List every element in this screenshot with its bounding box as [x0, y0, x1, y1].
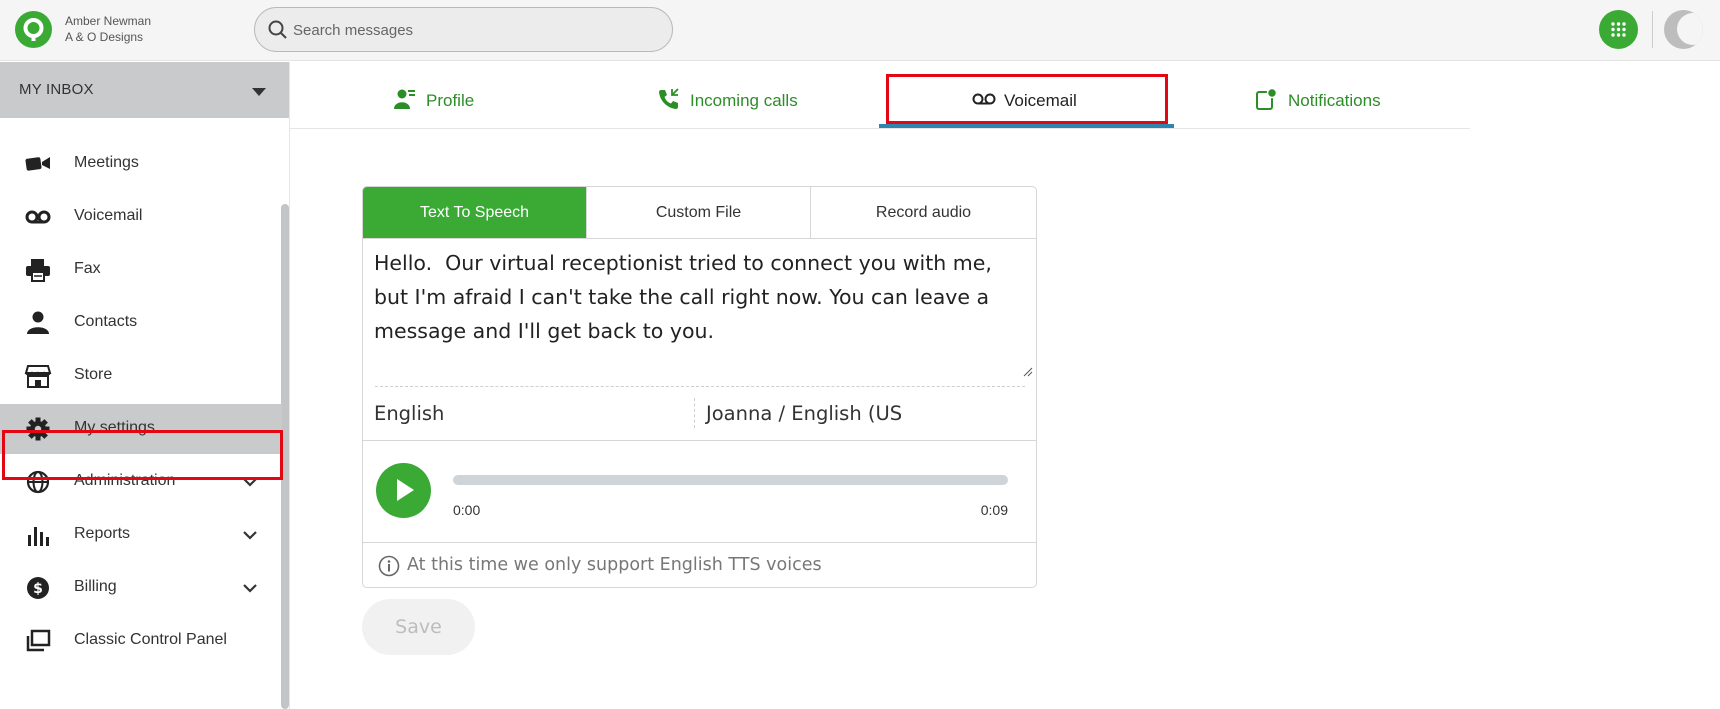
sidebar-scrollbar[interactable]: [281, 204, 289, 709]
divider: [694, 398, 695, 428]
resize-handle-icon[interactable]: [1023, 367, 1033, 377]
gear-icon: [26, 417, 50, 441]
grid-icon: [1611, 22, 1626, 37]
tab-voicemail[interactable]: Voicemail: [972, 74, 1112, 128]
user-name: Amber Newman: [65, 14, 152, 28]
sidebar-item-contacts[interactable]: Contacts: [0, 298, 282, 348]
company-name: A & O Designs: [65, 30, 144, 44]
divider: [363, 440, 1036, 441]
profile-icon: [394, 89, 415, 109]
store-icon: [24, 365, 52, 388]
sidebar-item-label: Classic Control Panel: [74, 631, 227, 648]
caret-down-icon: [252, 88, 266, 96]
mode-text-to-speech-button[interactable]: Text To Speech: [363, 187, 587, 238]
sidebar-item-classic-control-panel[interactable]: Classic Control Panel: [0, 616, 282, 666]
sidebar: MY INBOX Meetings Voicemail Fax Contacts…: [0, 62, 289, 709]
moon-icon: [1677, 13, 1703, 45]
tab-label: Voicemail: [1004, 91, 1077, 110]
audio-progress-bar[interactable]: [453, 475, 1008, 485]
sidebar-item-label: Meetings: [74, 154, 139, 171]
sidebar-item-label: Contacts: [74, 313, 138, 330]
sidebar-item-label: Fax: [74, 260, 101, 277]
bar-chart-icon: [28, 527, 49, 546]
sidebar-item-label: Reports: [74, 525, 131, 542]
tab-label: Incoming calls: [690, 91, 798, 110]
fax-icon: [26, 259, 50, 282]
top-bar: Amber Newman A & O Designs: [0, 0, 1720, 61]
info-note: At this time we only support English TTS…: [407, 555, 822, 575]
sidebar-item-label: Billing: [74, 578, 117, 595]
mode-record-audio-button[interactable]: Record audio: [811, 187, 1036, 238]
sidebar-item-voicemail[interactable]: Voicemail: [0, 192, 282, 242]
svg-text:$: $: [33, 581, 43, 597]
language-select[interactable]: English: [374, 402, 444, 425]
search-input[interactable]: [293, 18, 653, 42]
sidebar-item-reports[interactable]: Reports: [0, 510, 282, 560]
greeting-editor: Text To Speech Custom File Record audio …: [362, 186, 1037, 588]
sidebar-item-label: Voicemail: [74, 207, 143, 224]
sidebar-item-label: Store: [74, 366, 113, 383]
save-button[interactable]: Save: [362, 599, 475, 655]
sidebar-item-billing[interactable]: $ Billing: [0, 563, 282, 613]
app-logo-icon[interactable]: [15, 11, 52, 48]
divider: [363, 238, 1036, 239]
sidebar-item-label: Administration: [74, 472, 176, 489]
notification-icon: [1256, 88, 1278, 110]
tab-label: Notifications: [1288, 91, 1381, 110]
tab-profile[interactable]: Profile: [394, 74, 514, 128]
sidebar-item-label: My settings: [74, 419, 155, 436]
voicemail-icon: [972, 93, 996, 105]
divider: [375, 386, 1025, 387]
globe-icon: [26, 470, 50, 494]
apps-grid-button[interactable]: [1599, 10, 1638, 49]
sidebar-item-store[interactable]: Store: [0, 351, 282, 401]
play-icon: [397, 479, 414, 501]
chevron-down-icon[interactable]: [242, 474, 258, 490]
inbox-selector[interactable]: MY INBOX: [0, 62, 289, 118]
chevron-down-icon[interactable]: [242, 580, 258, 596]
windows-icon: [26, 629, 51, 652]
divider: [363, 542, 1036, 543]
tabs-divider: [290, 128, 1470, 129]
tab-notifications[interactable]: Notifications: [1256, 74, 1406, 128]
incoming-call-icon: [659, 88, 679, 109]
search-icon: [268, 20, 287, 39]
tab-incoming-calls[interactable]: Incoming calls: [658, 74, 838, 128]
play-button[interactable]: [376, 463, 431, 518]
sidebar-item-meetings[interactable]: Meetings: [0, 139, 282, 189]
current-time: 0:00: [453, 502, 481, 518]
divider: [1652, 11, 1653, 48]
account-info[interactable]: Amber Newman A & O Designs: [65, 13, 151, 45]
search-bar[interactable]: [254, 7, 673, 52]
voicemail-icon: [25, 210, 51, 224]
avatar[interactable]: [1664, 10, 1703, 49]
greeting-text-area[interactable]: Hello. Our virtual receptionist tried to…: [374, 246, 1024, 364]
video-camera-icon: [25, 157, 50, 171]
sidebar-item-my-settings[interactable]: My settings: [0, 404, 282, 454]
sidebar-divider: [289, 62, 290, 709]
tab-label: Profile: [426, 91, 475, 110]
dollar-icon: $: [27, 577, 49, 599]
mode-custom-file-button[interactable]: Custom File: [587, 187, 811, 238]
voice-select[interactable]: Joanna / English (US: [706, 402, 902, 425]
chevron-down-icon[interactable]: [242, 527, 258, 543]
duration: 0:09: [980, 502, 1008, 518]
info-icon: [378, 555, 400, 577]
person-icon: [27, 311, 49, 334]
inbox-label: MY INBOX: [19, 81, 94, 98]
sidebar-item-fax[interactable]: Fax: [0, 245, 282, 295]
sidebar-item-administration[interactable]: Administration: [0, 457, 282, 507]
